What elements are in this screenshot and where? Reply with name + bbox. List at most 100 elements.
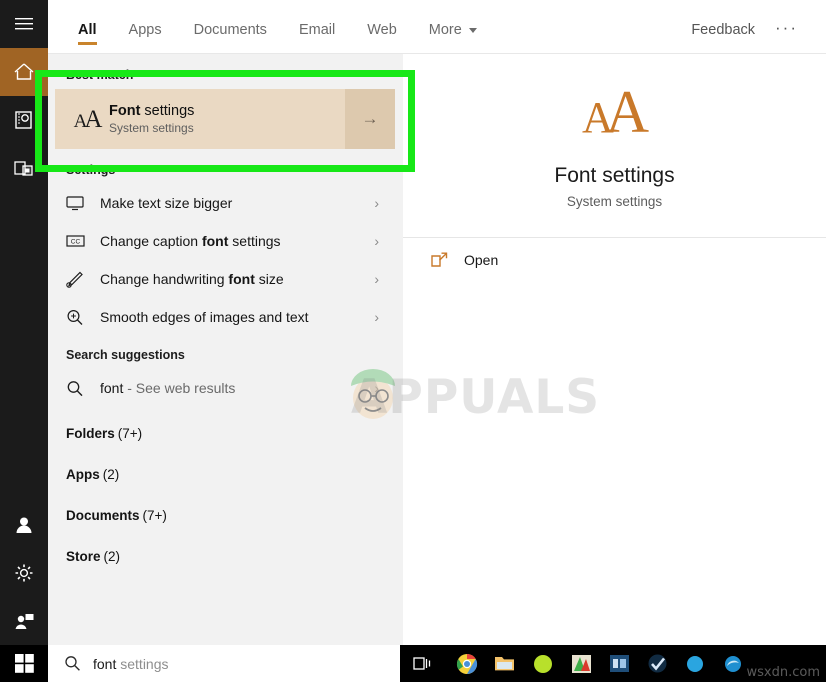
tab-apps[interactable]: Apps [113, 22, 178, 53]
hamburger-menu-button[interactable] [0, 0, 48, 48]
tab-documents-label: Documents [193, 22, 267, 38]
apps-icon [14, 161, 33, 176]
preview-subtitle: System settings [566, 194, 663, 209]
tab-documents[interactable]: Documents [178, 22, 283, 53]
blue-tile-icon [609, 655, 629, 672]
taskbar-app-check[interactable] [642, 649, 672, 679]
best-match-title-rest: settings [140, 103, 195, 119]
taskbar-app-chrome[interactable] [452, 649, 482, 679]
taskbar-app-green[interactable] [528, 649, 558, 679]
tab-all-label: All [78, 22, 97, 38]
tab-more[interactable]: More [413, 22, 493, 53]
chevron-right-icon: › [374, 309, 379, 325]
sidebar-item-feedback[interactable] [0, 597, 48, 645]
taskbar-app-office[interactable] [566, 649, 596, 679]
results-column: Best match AA Font settings System setti… [48, 54, 403, 645]
search-tab-bar: All Apps Documents Email Web More Feedba… [48, 0, 826, 54]
search-icon [66, 380, 100, 397]
tab-list: All Apps Documents Email Web More [64, 0, 493, 53]
office-icon [571, 654, 591, 673]
taskbar-search-query: font [93, 655, 117, 672]
category-apps-label: Apps [66, 466, 100, 482]
tab-all[interactable]: All [64, 22, 113, 53]
task-view-icon [412, 656, 430, 670]
category-store-count: (2) [103, 548, 121, 564]
font-AA-icon: AA [67, 107, 109, 132]
category-documents[interactable]: Documents (7+) [48, 499, 403, 531]
best-match-arrow-button[interactable]: → [345, 89, 395, 149]
left-navigation-rail [0, 0, 48, 645]
taskbar-search-input[interactable]: font settings [48, 645, 400, 682]
font-settings-logo: AA [582, 79, 649, 145]
list-item[interactable]: Change handwriting font size › [48, 260, 395, 298]
list-item[interactable]: CC Change caption font settings › [48, 222, 395, 260]
tab-email[interactable]: Email [283, 22, 351, 53]
search-body: Best match AA Font settings System setti… [48, 54, 826, 645]
taskbar-search-suffix: settings [116, 655, 169, 672]
taskbar: font settings wsxdn.com [0, 645, 826, 682]
category-folders[interactable]: Folders (7+) [48, 417, 403, 449]
list-item[interactable]: Make text size bigger › [48, 184, 395, 222]
search-suggestion-suffix: - See web results [123, 380, 236, 396]
tab-more-label: More [428, 22, 462, 38]
windows-logo-icon [14, 654, 34, 673]
closed-caption-icon: CC [66, 234, 100, 248]
logo-a-large: A [605, 79, 649, 145]
category-folders-label: Folders [66, 425, 115, 441]
feedback-person-icon [15, 614, 34, 629]
sidebar-item-account[interactable] [0, 501, 48, 549]
preview-column: AA Font settings System settings Open [403, 54, 826, 645]
chevron-right-icon: › [374, 271, 379, 287]
best-match-result[interactable]: AA Font settings System settings → [55, 89, 395, 149]
list-item-label-bold: font [228, 271, 255, 287]
edge-icon [725, 655, 741, 672]
taskbar-watermark: wsxdn.com [746, 665, 821, 680]
taskbar-app-blue-tile[interactable] [604, 649, 634, 679]
chevron-down-icon [468, 27, 477, 33]
more-options-button[interactable]: ··· [769, 19, 810, 38]
list-item-label-post: size [254, 271, 284, 287]
documents-icon [15, 111, 32, 129]
tab-web[interactable]: Web [351, 22, 413, 53]
category-store[interactable]: Store (2) [48, 540, 403, 572]
magnifier-plus-icon [66, 309, 100, 326]
sidebar-item-settings[interactable] [0, 549, 48, 597]
open-action-button[interactable]: Open [403, 238, 826, 282]
category-apps-count: (2) [102, 466, 120, 482]
best-match-heading: Best match [66, 68, 134, 82]
taskbar-app-icons [444, 649, 748, 679]
start-button[interactable] [0, 645, 48, 682]
category-folders-count: (7+) [117, 425, 143, 441]
svg-text:CC: CC [71, 239, 81, 246]
list-item-label-pre: Change handwriting [100, 271, 229, 287]
search-suggestions-heading: Search suggestions [66, 348, 185, 362]
preview-title: Font settings [554, 164, 675, 187]
best-match-title-bold: Font [109, 103, 141, 119]
folder-icon [495, 657, 514, 671]
list-item[interactable]: Smooth edges of images and text › [48, 298, 395, 336]
feedback-button[interactable]: Feedback [677, 22, 769, 38]
sidebar-item-home[interactable] [0, 48, 48, 96]
tab-apps-label: Apps [128, 22, 162, 38]
taskbar-app-light-blue[interactable] [680, 649, 710, 679]
tab-web-label: Web [367, 22, 397, 38]
sidebar-item-documents[interactable] [0, 96, 48, 144]
search-panel: All Apps Documents Email Web More Feedba… [48, 0, 826, 645]
best-match-text: Font settings System settings [109, 103, 194, 135]
task-view-button[interactable] [400, 645, 444, 682]
category-documents-count: (7+) [142, 507, 167, 523]
checkmark-icon [648, 654, 666, 673]
category-store-label: Store [66, 548, 101, 564]
sidebar-item-apps[interactable] [0, 144, 48, 192]
search-screen: All Apps Documents Email Web More Feedba… [0, 0, 826, 682]
chrome-icon [456, 653, 478, 674]
taskbar-app-file-explorer[interactable] [490, 649, 520, 679]
category-apps[interactable]: Apps (2) [48, 458, 403, 490]
best-match-subtitle: System settings [109, 121, 194, 135]
external-link-icon [431, 252, 448, 267]
hamburger-icon [15, 18, 33, 30]
search-suggestion-item[interactable]: font - See web results › [48, 369, 395, 407]
search-suggestion-label: font - See web results [100, 380, 374, 396]
list-item-label-post: settings [228, 233, 281, 249]
taskbar-app-edge[interactable] [718, 649, 748, 679]
